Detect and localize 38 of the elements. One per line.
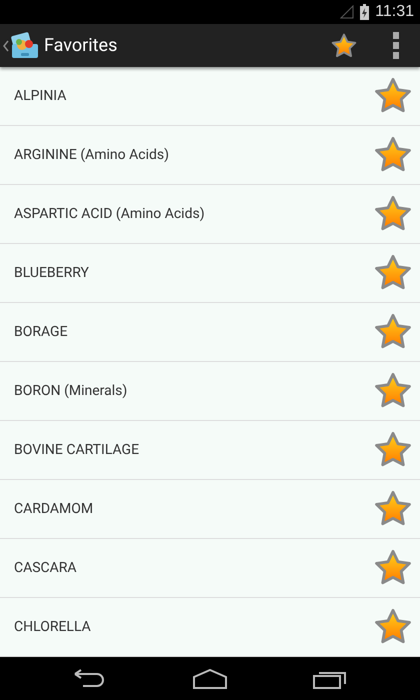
item-name: ARGININE (Amino Acids) [14,146,170,164]
star-icon[interactable] [374,549,412,587]
star-icon[interactable] [374,313,412,351]
list-item[interactable]: ARGININE (Amino Acids) [0,126,420,185]
item-name: CASCARA [14,558,78,578]
star-icon[interactable] [374,372,412,410]
caret-icon [3,40,9,52]
list-item[interactable]: ALPINIA [0,67,420,126]
item-name: BORAGE [14,322,69,342]
star-icon[interactable] [374,431,412,469]
star-icon[interactable] [374,77,412,115]
star-icon[interactable] [374,608,412,646]
item-name: BORON (Minerals) [14,382,128,400]
item-name: CARDAMOM [14,500,94,518]
window-title: Favorites [44,34,118,58]
list-item[interactable]: BLUEBERRY [0,244,420,303]
star-icon[interactable] [374,136,412,174]
item-name: BLUEBERRY [14,264,90,282]
signal-icon [340,5,354,19]
item-name: BOVINE CARTILAGE [14,440,140,460]
star-icon[interactable] [374,490,412,528]
star-icon[interactable] [374,254,412,292]
item-name: ALPINIA [14,86,68,106]
star-icon[interactable] [374,195,412,233]
list-item[interactable]: BORON (Minerals) [0,362,420,421]
list-item[interactable]: BOVINE CARTILAGE [0,421,420,480]
home-icon[interactable] [192,668,228,688]
lunchbox-icon [10,30,40,60]
list-item[interactable]: BORAGE [0,303,420,362]
list-item[interactable]: CARDAMOM [0,480,420,539]
item-name: CHLORELLA [14,618,92,636]
item-name: ASPARTIC ACID (Amino Acids) [14,204,206,224]
list-item[interactable]: CASCARA [0,539,420,598]
list-item[interactable]: ASPARTIC ACID (Amino Acids) [0,185,420,244]
back-icon[interactable] [72,668,107,688]
battery-icon [360,4,370,20]
clock: 11:31 [375,2,414,22]
star-icon [331,32,357,58]
